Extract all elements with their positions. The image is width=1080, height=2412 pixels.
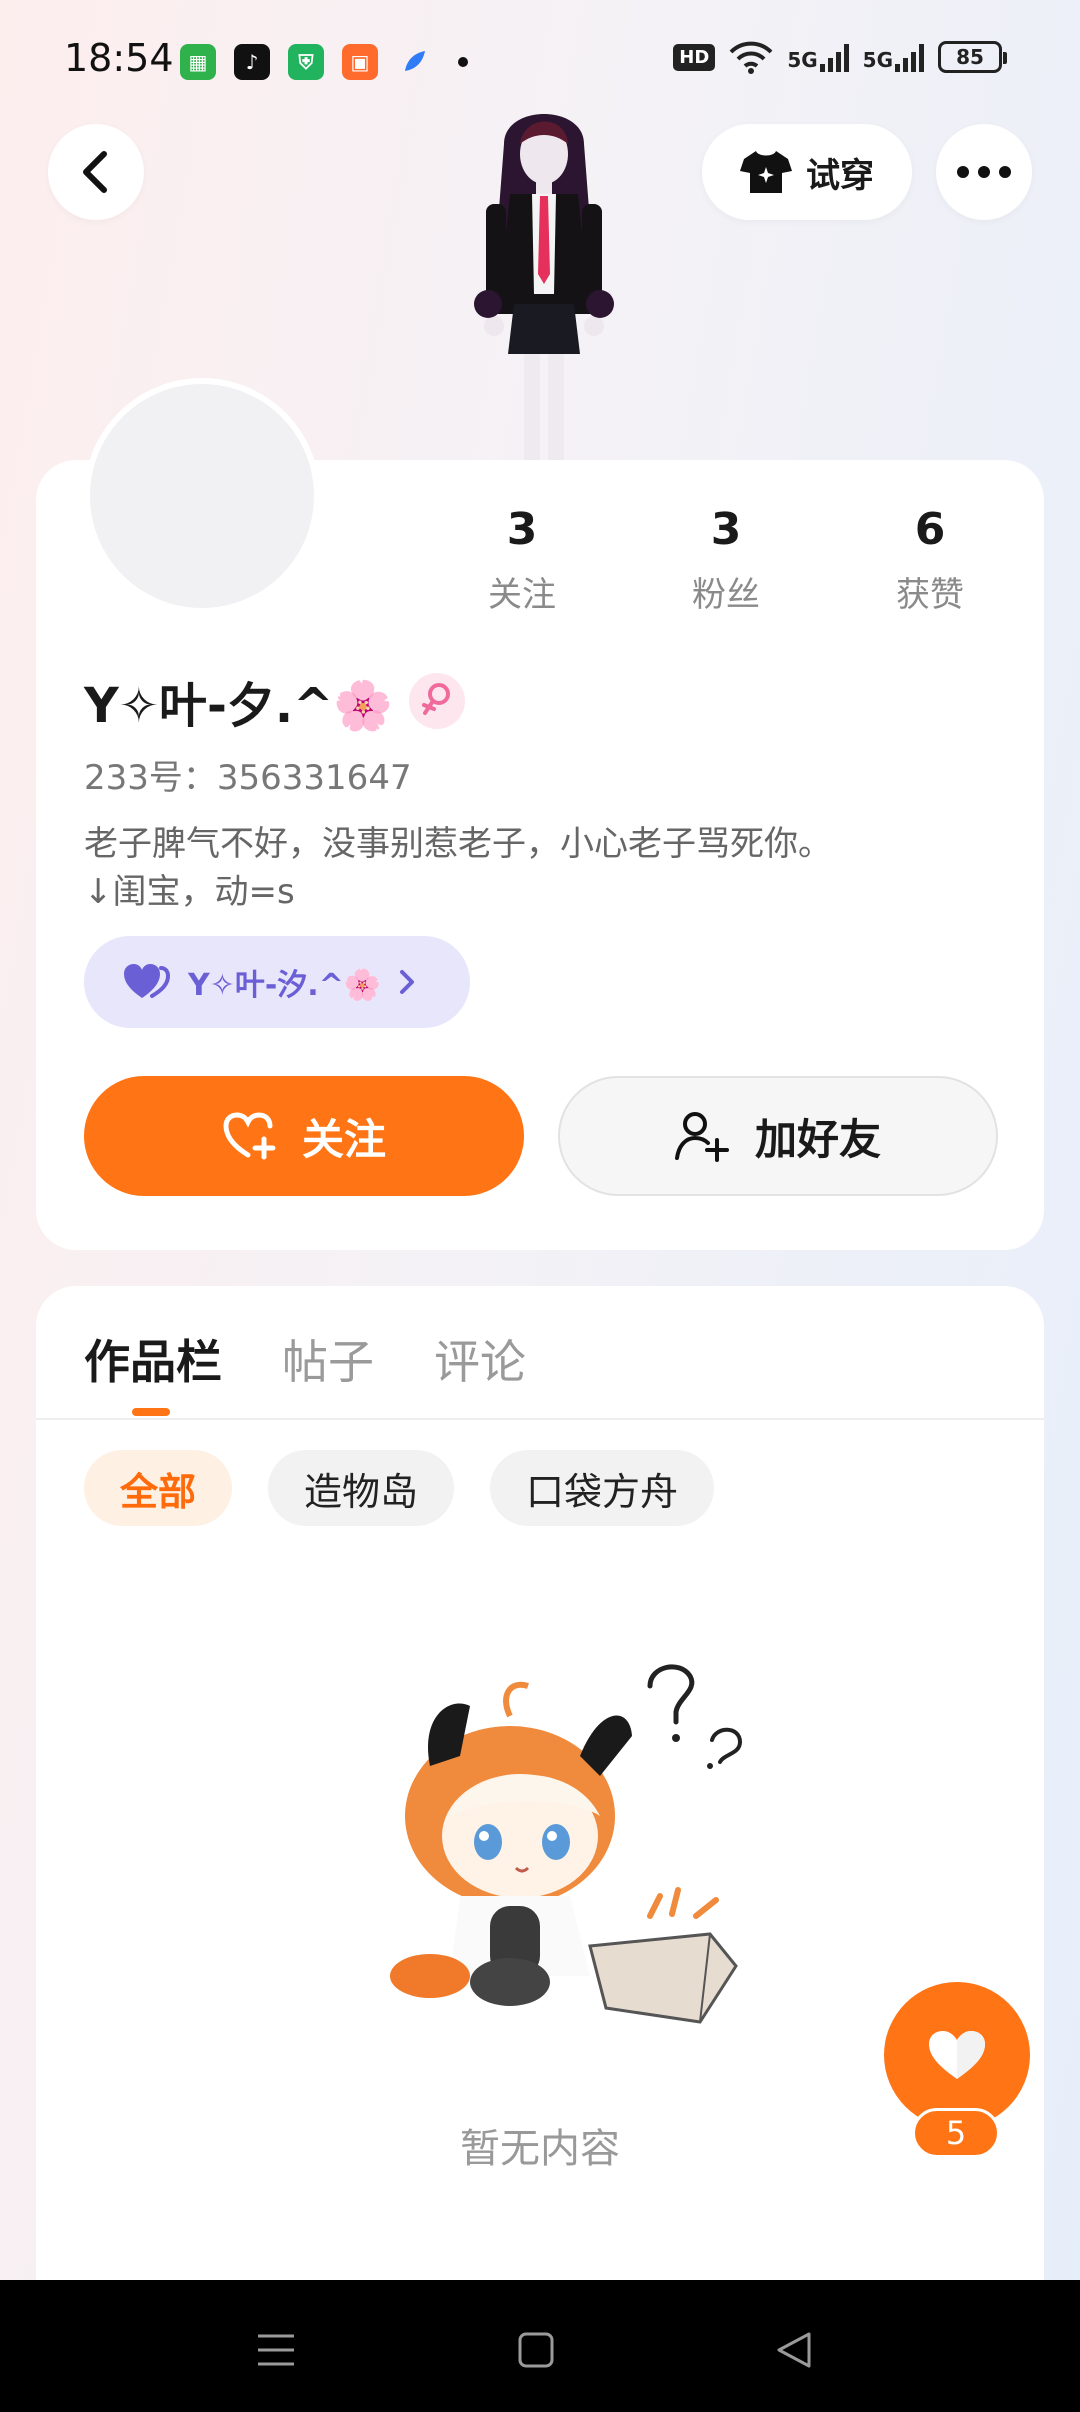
partner-link[interactable]: Y✧叶-汐.^🌸: [84, 936, 470, 1028]
partner-name: Y✧叶-汐.^🌸: [188, 968, 382, 1003]
tab-comments[interactable]: 评论: [434, 1326, 526, 1392]
chevron-right-icon: [400, 970, 415, 994]
chevron-left-icon: [83, 151, 107, 193]
bio-line-2: ↓闺宝，动=s: [84, 872, 295, 912]
add-friend-button[interactable]: 加好友: [558, 1076, 998, 1196]
tab-divider: [36, 1418, 1044, 1420]
empty-state-text: 暂无内容: [460, 2126, 620, 2172]
home-square-icon: [518, 2332, 554, 2368]
profile-card: 3 关注 3 粉丝 6 获赞 Y✧叶-夕.^🌸 233号：356331647 老…: [36, 378, 1044, 1250]
nickname-row: Y✧叶-夕.^🌸: [84, 666, 466, 736]
character-avatar-figure: [444, 104, 644, 464]
signal-2: 5G: [863, 42, 924, 72]
tiktok-icon: ♪: [234, 44, 270, 80]
signal-bars-icon: [895, 42, 924, 72]
back-button[interactable]: [48, 124, 144, 220]
followers-label: 粉丝: [692, 575, 760, 615]
status-time: 18:54: [64, 36, 174, 80]
more-options-button[interactable]: [936, 124, 1032, 220]
notification-icons: ▦ ♪ ⛨ ▣: [180, 44, 468, 80]
hd-badge: HD: [673, 43, 716, 71]
tshirt-icon: [740, 151, 792, 193]
following-count: 3: [506, 504, 538, 555]
system-back-button[interactable]: [764, 2320, 824, 2380]
content-card: 作品栏 帖子 评论 全部 造物岛 口袋方舟 暂无内容: [36, 1286, 1044, 2286]
try-on-button[interactable]: 试穿: [702, 124, 912, 220]
tab-works[interactable]: 作品栏: [84, 1326, 222, 1392]
add-friend-label: 加好友: [754, 1114, 881, 1164]
home-button[interactable]: [506, 2320, 566, 2380]
stat-likes[interactable]: 6 获赞: [850, 504, 1010, 616]
avatar[interactable]: [84, 378, 320, 614]
network-type-2: 5G: [862, 48, 893, 72]
battery-level: 85: [956, 45, 984, 69]
network-type-1: 5G: [787, 48, 818, 72]
feather-app-icon: [396, 44, 432, 80]
more-notifications-dot: [458, 57, 468, 67]
chip-creation-island[interactable]: 造物岛: [268, 1450, 455, 1526]
signal-1: 5G: [787, 42, 849, 72]
security-shield-icon: ⛨: [288, 44, 324, 80]
empty-state-illustration: [360, 1646, 820, 2046]
chip-all[interactable]: 全部: [84, 1450, 233, 1526]
follow-button[interactable]: 关注: [84, 1076, 524, 1196]
like-fab-button[interactable]: [884, 1982, 1030, 2128]
menu-icon: [258, 2334, 294, 2366]
follow-label: 关注: [301, 1114, 386, 1164]
tab-posts[interactable]: 帖子: [282, 1326, 374, 1392]
signal-bars-icon: [819, 42, 849, 72]
app-store-icon: ▦: [180, 44, 216, 80]
bio: 老子脾气不好，没事别惹老子，小心老子骂死你。 ↓闺宝，动=s: [84, 820, 832, 916]
user-id[interactable]: 233号：356331647: [84, 750, 412, 799]
system-navigation-bar: [0, 2280, 1080, 2412]
recent-apps-button[interactable]: [246, 2320, 306, 2380]
followers-count: 3: [710, 504, 742, 555]
heart-pair-icon: [124, 964, 171, 998]
likes-count: 6: [914, 504, 946, 555]
active-tab-indicator: [132, 1408, 170, 1416]
following-label: 关注: [488, 575, 556, 615]
add-user-icon: [674, 1112, 729, 1162]
heart-add-icon: [223, 1112, 276, 1160]
heart-icon: [929, 2031, 985, 2079]
system-indicators: HD 5G 5G 85: [673, 40, 1007, 74]
app-grid-icon: ▣: [342, 44, 378, 80]
bio-line-1: 老子脾气不好，没事别惹老子，小心老子骂死你。: [84, 824, 832, 864]
like-count-badge: 5: [912, 2108, 1000, 2158]
more-dots-icon: [957, 166, 1011, 178]
try-on-label: 试穿: [806, 155, 874, 196]
female-gender-icon: [409, 673, 466, 729]
stat-followers[interactable]: 3 粉丝: [646, 504, 806, 616]
back-triangle-icon: [777, 2332, 811, 2368]
wifi-icon: [729, 41, 773, 74]
filter-chips: 全部 造物岛 口袋方舟: [84, 1450, 715, 1526]
nickname: Y✧叶-夕.^🌸: [84, 678, 394, 734]
chip-pocket-ark[interactable]: 口袋方舟: [490, 1450, 715, 1526]
stat-following[interactable]: 3 关注: [442, 504, 602, 616]
likes-label: 获赞: [896, 575, 964, 615]
battery-icon: 85: [938, 41, 1007, 73]
content-tabs: 作品栏 帖子 评论: [84, 1326, 526, 1392]
